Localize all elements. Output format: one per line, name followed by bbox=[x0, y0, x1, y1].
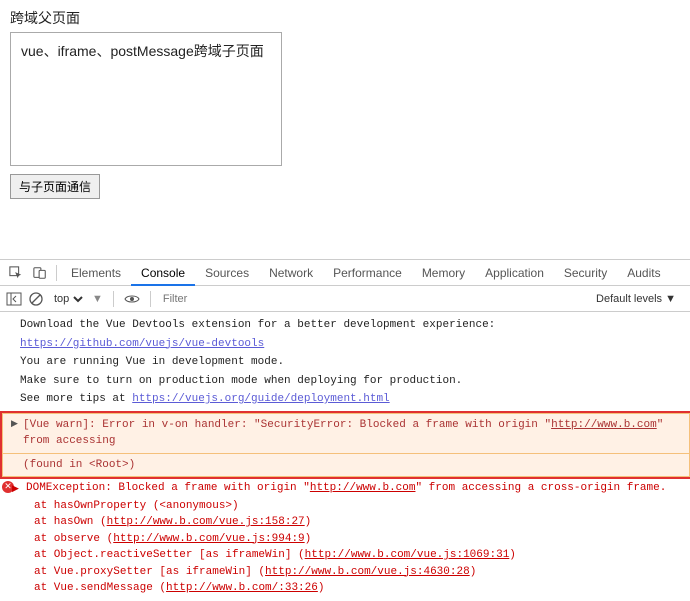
warn-line: (found in <Root>) bbox=[2, 454, 690, 478]
stack-link[interactable]: http://www.b.com/vue.js:994:9 bbox=[113, 533, 304, 545]
expand-icon[interactable]: ▶ bbox=[12, 483, 19, 497]
tab-elements[interactable]: Elements bbox=[61, 260, 131, 286]
tab-console[interactable]: Console bbox=[131, 260, 195, 286]
tab-application[interactable]: Application bbox=[475, 260, 554, 286]
page-title: 跨域父页面 bbox=[10, 8, 680, 28]
console-output: Download the Vue Devtools extension for … bbox=[0, 312, 690, 601]
stack-frame: at Vue.proxySetter [as iframeWin] (http:… bbox=[0, 564, 690, 581]
eye-icon[interactable] bbox=[124, 291, 140, 307]
sidebar-toggle-icon[interactable] bbox=[6, 291, 22, 307]
child-iframe: vue、iframe、postMessage跨域子页面 bbox=[10, 32, 282, 166]
stack-link[interactable]: http://www.b.com/vue.js:4630:28 bbox=[265, 566, 470, 578]
tab-performance[interactable]: Performance bbox=[323, 260, 412, 286]
stack-frame: at hasOwn (http://www.b.com/vue.js:158:2… bbox=[0, 514, 690, 531]
log-line: Make sure to turn on production mode whe… bbox=[0, 372, 690, 391]
inspect-icon[interactable] bbox=[8, 265, 24, 281]
devtools-panel: Elements Console Sources Network Perform… bbox=[0, 259, 690, 601]
tab-security[interactable]: Security bbox=[554, 260, 617, 286]
log-line: You are running Vue in development mode. bbox=[0, 353, 690, 372]
stack-link[interactable]: http://www.b.com/vue.js:158:27 bbox=[107, 516, 305, 528]
log-levels-dropdown[interactable]: Default levels ▼ bbox=[588, 293, 684, 305]
stack-link[interactable]: http://www.b.com/vue.js:1069:31 bbox=[305, 549, 510, 561]
console-toolbar: top ▼ Default levels ▼ bbox=[0, 286, 690, 312]
tab-memory[interactable]: Memory bbox=[412, 260, 475, 286]
devtools-tabs: Elements Console Sources Network Perform… bbox=[0, 260, 690, 286]
devtools-link[interactable]: https://github.com/vuejs/vue-devtools bbox=[20, 338, 264, 350]
stack-link[interactable]: http://www.b.com/:33:26 bbox=[166, 582, 318, 594]
log-line: See more tips at https://vuejs.org/guide… bbox=[0, 390, 690, 409]
tab-network[interactable]: Network bbox=[259, 260, 323, 286]
tab-audits[interactable]: Audits bbox=[617, 260, 670, 286]
communicate-button[interactable]: 与子页面通信 bbox=[10, 174, 100, 199]
stack-frame: at hasOwnProperty (<anonymous>) bbox=[0, 498, 690, 515]
expand-icon[interactable]: ▶ bbox=[11, 418, 18, 432]
device-icon[interactable] bbox=[32, 265, 48, 281]
clear-console-icon[interactable] bbox=[28, 291, 44, 307]
log-line: https://github.com/vuejs/vue-devtools bbox=[0, 335, 690, 354]
iframe-text: vue、iframe、postMessage跨域子页面 bbox=[21, 43, 264, 59]
dom-exception-line: ✕ ▶ DOMException: Blocked a frame with o… bbox=[0, 479, 690, 498]
origin-link[interactable]: http://www.b.com bbox=[310, 482, 416, 494]
warn-line: ▶ [Vue warn]: Error in v-on handler: "Se… bbox=[2, 413, 690, 454]
log-line: Download the Vue Devtools extension for … bbox=[0, 316, 690, 335]
context-selector[interactable]: top bbox=[50, 292, 86, 306]
vue-warn-block: ✕ ▶ [Vue warn]: Error in v-on handler: "… bbox=[0, 411, 690, 480]
tab-sources[interactable]: Sources bbox=[195, 260, 259, 286]
stack-frame: at Vue.sendMessage (http://www.b.com/:33… bbox=[0, 580, 690, 597]
stack-frame: at Object.reactiveSetter [as iframeWin] … bbox=[0, 547, 690, 564]
parent-page: 跨域父页面 vue、iframe、postMessage跨域子页面 与子页面通信 bbox=[0, 0, 690, 199]
deployment-link[interactable]: https://vuejs.org/guide/deployment.html bbox=[132, 393, 389, 405]
stack-frame: at observe (http://www.b.com/vue.js:994:… bbox=[0, 531, 690, 548]
filter-input[interactable] bbox=[161, 291, 582, 307]
origin-link[interactable]: http://www.b.com bbox=[551, 419, 657, 431]
